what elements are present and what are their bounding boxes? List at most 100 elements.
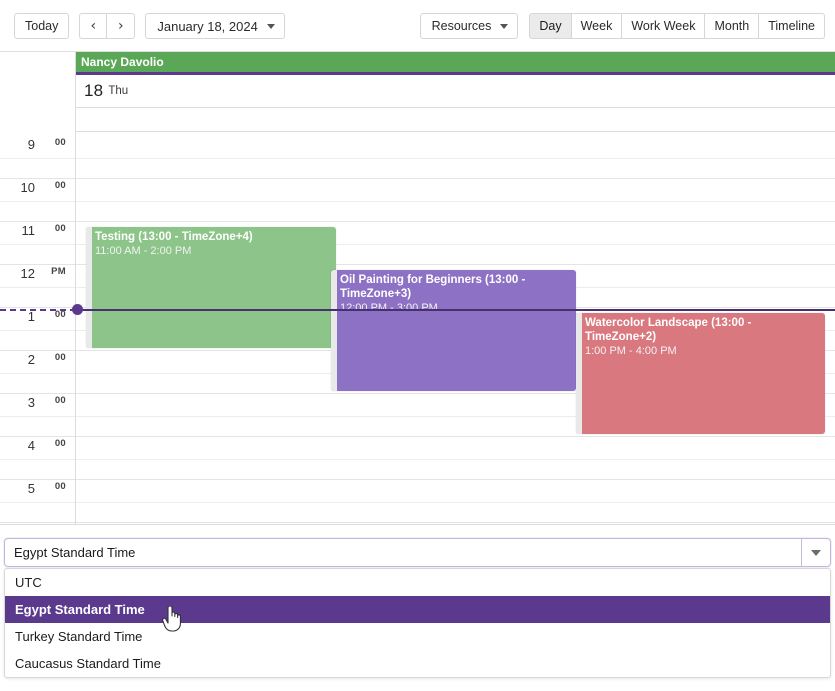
hour-label: 2: [27, 352, 35, 367]
half-hour-divider: [0, 286, 75, 288]
header-columns: Nancy Davolio 18 Thu: [76, 52, 835, 136]
scheduler-widget: Today ‹ › January 18, 2024 Resources Day…: [0, 0, 835, 525]
half-hour-divider: [76, 200, 835, 202]
hour-label: 5: [27, 481, 35, 496]
minute-label: 00: [54, 137, 66, 148]
minute-label: 00: [54, 438, 66, 449]
calendar-event[interactable]: Oil Painting for Beginners (13:00 - Time…: [331, 270, 576, 391]
chevron-down-icon: [811, 549, 821, 556]
next-date-button[interactable]: ›: [107, 13, 136, 39]
all-day-row[interactable]: [76, 108, 835, 132]
date-range-label: January 18, 2024: [157, 18, 258, 34]
view-button-day[interactable]: Day: [529, 13, 572, 39]
time-gutter-row: 11 00: [0, 222, 75, 265]
scheduler-body: 9 00 10 00 11 00 12 PM 1 00 2 00 3 00 4 00 5 00 Testing (…: [0, 136, 835, 524]
minute-label: 00: [54, 223, 66, 234]
view-button-timeline[interactable]: Timeline: [759, 13, 825, 39]
minute-label: 00: [54, 180, 66, 191]
timezone-option[interactable]: Caucasus Standard Time: [5, 650, 830, 677]
event-title: Watercolor Landscape (13:00 - TimeZone+2…: [585, 317, 752, 344]
timezone-option[interactable]: Egypt Standard Time: [5, 596, 830, 623]
event-resize-handle[interactable]: [576, 313, 582, 434]
time-gutter-row: 3 00: [0, 394, 75, 437]
scheduler-toolbar: Today ‹ › January 18, 2024 Resources Day…: [0, 0, 835, 52]
event-title: Oil Painting for Beginners (13:00 - Time…: [340, 274, 526, 301]
half-hour-divider: [76, 458, 835, 460]
minute-label: 00: [54, 352, 66, 363]
time-grid[interactable]: Testing (13:00 - TimeZone+4) 11:00 AM - 2…: [76, 136, 835, 524]
timezone-option[interactable]: UTC: [5, 569, 830, 596]
resources-label: Resources: [431, 19, 492, 33]
timezone-option[interactable]: Turkey Standard Time: [5, 623, 830, 650]
timezone-option-list: UTC Egypt Standard Time Turkey Standard Ti…: [4, 568, 831, 678]
current-time-line: [76, 309, 835, 311]
resources-dropdown-button[interactable]: Resources: [419, 13, 519, 39]
calendar-event[interactable]: Testing (13:00 - TimeZone+4) 11:00 AM - 2…: [86, 227, 336, 348]
resource-header-nancy-davolio[interactable]: Nancy Davolio: [76, 52, 835, 75]
previous-date-button[interactable]: ‹: [79, 13, 108, 39]
event-resize-handle[interactable]: [331, 270, 337, 391]
time-gutter-row: 12 PM: [0, 265, 75, 308]
date-day-of-week: Thu: [108, 85, 129, 97]
hour-label: 10: [20, 180, 35, 195]
half-hour-divider: [76, 501, 835, 503]
view-switcher-group: Day Week Work Week Month Timeline: [529, 13, 825, 39]
time-slot[interactable]: [76, 437, 835, 480]
time-gutter-row: 10 00: [0, 179, 75, 222]
time-gutter-row: 2 00: [0, 351, 75, 394]
date-header[interactable]: 18 Thu: [76, 75, 835, 108]
view-button-work-week[interactable]: Work Week: [622, 13, 706, 39]
event-title: Testing (13:00 - TimeZone+4): [95, 231, 253, 243]
minute-label: PM: [51, 266, 66, 277]
hour-label: 9: [27, 137, 35, 152]
time-slot[interactable]: [76, 179, 835, 222]
calendar-event[interactable]: Watercolor Landscape (13:00 - TimeZone+2…: [576, 313, 825, 434]
half-hour-divider: [0, 458, 75, 460]
event-time-range: 1:00 PM - 4:00 PM: [585, 345, 677, 358]
half-hour-divider: [0, 243, 75, 245]
half-hour-divider: [0, 372, 75, 374]
date-number: 18: [84, 81, 104, 100]
view-button-week[interactable]: Week: [571, 13, 623, 39]
timezone-combobox[interactable]: Egypt Standard Time: [4, 538, 831, 567]
time-gutter-row: 9 00: [0, 136, 75, 179]
half-hour-divider: [0, 329, 75, 331]
timezone-dropdown-toggle[interactable]: [801, 539, 830, 566]
half-hour-divider: [0, 501, 75, 503]
view-button-month[interactable]: Month: [705, 13, 760, 39]
time-slot[interactable]: [76, 136, 835, 179]
time-gutter-row: 4 00: [0, 437, 75, 480]
event-resize-handle[interactable]: [86, 227, 92, 348]
hour-label: 3: [27, 395, 35, 410]
current-time-dot: [72, 304, 83, 315]
toolbar-right-group: Resources Day Week Work Week Month Timeline: [419, 13, 825, 39]
hour-label: 4: [27, 438, 35, 453]
chevron-down-icon: [266, 23, 275, 29]
time-slot[interactable]: [76, 480, 835, 523]
timezone-selected-value[interactable]: Egypt Standard Time: [5, 545, 801, 560]
chevron-down-icon: [500, 23, 509, 29]
chevron-left-icon: ‹: [90, 18, 97, 34]
event-time-range: 11:00 AM - 2:00 PM: [95, 245, 192, 258]
half-hour-divider: [76, 157, 835, 159]
minute-label: 00: [54, 395, 66, 406]
hour-label: 11: [21, 223, 36, 238]
timezone-dropdown: Egypt Standard Time UTC Egypt Standard Ti…: [4, 538, 831, 678]
scheduler-header: Nancy Davolio 18 Thu: [0, 52, 835, 136]
time-gutter: 9 00 10 00 11 00 12 PM 1 00 2 00 3 00 4 00 5 00: [0, 136, 76, 524]
today-button[interactable]: Today: [14, 13, 70, 39]
minute-label: 00: [54, 481, 66, 492]
toolbar-left-group: Today ‹ › January 18, 2024: [14, 13, 285, 39]
date-range-picker-button[interactable]: January 18, 2024: [145, 13, 285, 39]
half-hour-divider: [0, 415, 75, 417]
half-hour-divider: [0, 157, 75, 159]
navigation-button-group: ‹ ›: [79, 13, 136, 39]
hour-label: 1: [27, 309, 35, 324]
time-gutter-row: 5 00: [0, 480, 75, 523]
chevron-right-icon: ›: [118, 18, 124, 34]
header-gutter-corner: [0, 52, 76, 136]
hour-label: 12: [20, 266, 35, 281]
resource-name-label: Nancy Davolio: [81, 55, 164, 69]
half-hour-divider: [0, 200, 75, 202]
time-gutter-row: 1 00: [0, 308, 75, 351]
